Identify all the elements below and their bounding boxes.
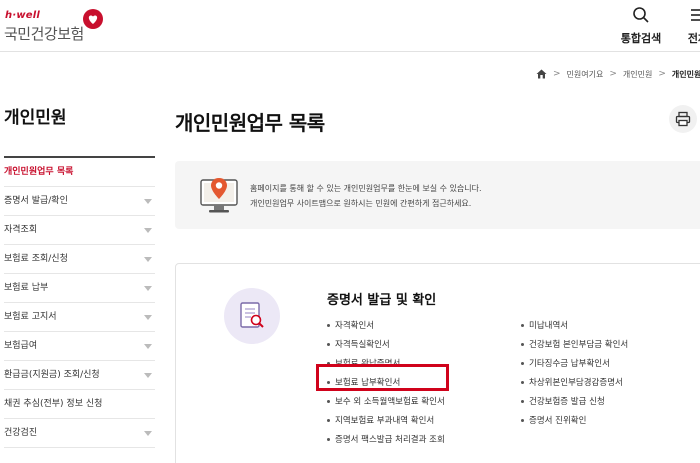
page: h·well 국민건강보험 통합검색 전체 [0,0,700,463]
breadcrumb-separator: > [553,69,561,79]
site-header: h·well 국민건강보험 통합검색 전체 [0,0,700,52]
bullet-icon [521,381,524,384]
chevron-down-icon [144,286,152,291]
sidebar-menu: 개인민원업무 목록 증명서 발급/확인 자격조회 보험료 조회/신청 보험료 납… [4,158,155,448]
list-item-label: 차상위본인부담경감증명서 [529,378,623,388]
info-notice: 홈페이지를 통해 할 수 있는 개인민원업무를 한눈에 보실 수 있습니다. 개… [175,161,700,229]
chevron-down-icon [144,344,152,349]
sidebar-item-premium-payment[interactable]: 보험료 납부 [4,274,155,303]
bullet-icon [327,324,330,327]
bullet-icon [521,362,524,365]
list-item-label: 미납내역서 [529,321,569,331]
sidebar-item-premium-inquiry[interactable]: 보험료 조회/신청 [4,245,155,274]
chevron-down-icon [144,199,152,204]
breadcrumb-item[interactable]: 민원여기요 [567,69,604,80]
sidebar-item-debt-collection[interactable]: 채권 추심(전부) 정보 신청 [4,390,155,419]
sidebar-item-benefits[interactable]: 보험급여 [4,332,155,361]
bullet-icon [521,343,524,346]
page-title: 개인민원업무 목록 [175,111,325,135]
list-item-label: 자격득실확인서 [335,340,390,350]
list-item-label: 증명서 진위확인 [529,416,587,426]
home-icon[interactable] [536,69,547,79]
list-item[interactable]: 증명서 진위확인 [521,412,628,431]
list-item[interactable]: 증명서 팩스발급 처리결과 조회 [327,431,445,450]
menu-label: 전체 [687,32,700,45]
list-item[interactable]: 차상위본인부담경감증명서 [521,374,628,393]
list-item-label: 보수 외 소득월액보험료 확인서 [335,397,445,407]
print-button[interactable] [669,105,697,133]
certificate-section-card: 증명서 발급 및 확인 자격확인서 자격득실확인서 보험료 완납증명서 보험료 … [175,263,700,463]
sidebar-item-label: 보험료 납부 [4,283,49,293]
bullet-icon [327,400,330,403]
chevron-down-icon [144,431,152,436]
sidebar-item-label: 증명서 발급/확인 [4,196,68,206]
logo[interactable]: h·well 국민건강보험 [4,6,108,46]
highlight-box [316,364,449,391]
list-item-label: 건강보험증 발급 신청 [529,397,605,407]
info-line: 개인민원업무 사이트맵으로 원하시는 민원에 간편하게 접근하세요. [250,199,472,208]
list-item[interactable]: 기타징수금 납부확인서 [521,355,628,374]
document-search-icon [240,302,264,328]
list-item[interactable]: 건강보험 본인부담금 확인서 [521,336,628,355]
sidebar-item-label: 개인민원업무 목록 [4,167,74,177]
list-item-label: 기타징수금 납부확인서 [529,359,610,369]
sidebar-item-list[interactable]: 개인민원업무 목록 [4,158,155,187]
sidebar-item-label: 보험료 고지서 [4,312,57,322]
sidebar-item-certificate[interactable]: 증명서 발급/확인 [4,187,155,216]
logo-tagline: h·well [5,10,40,21]
list-item-label: 건강보험 본인부담금 확인서 [529,340,629,350]
document-list-right: 미납내역서 건강보험 본인부담금 확인서 기타징수금 납부확인서 차상위본인부담… [521,317,628,431]
bullet-icon [327,438,330,441]
section-title: 증명서 발급 및 확인 [327,293,437,308]
search-button[interactable]: 통합검색 [615,4,667,46]
all-menu-button[interactable]: 전체 [672,4,700,46]
list-item[interactable]: 자격확인서 [327,317,445,336]
computer-location-icon [200,178,238,213]
chevron-down-icon [144,373,152,378]
chevron-down-icon [144,315,152,320]
bullet-icon [327,419,330,422]
search-label: 통합검색 [620,32,662,45]
chevron-down-icon [144,257,152,262]
sidebar-title: 개인민원 [4,108,67,128]
sidebar-item-label: 자격조회 [4,225,38,235]
sidebar-item-label: 보험급여 [4,341,38,351]
list-item[interactable]: 미납내역서 [521,317,628,336]
logo-text: 국민건강보험 [4,25,84,43]
list-item[interactable]: 보수 외 소득월액보험료 확인서 [327,393,445,412]
list-item-label: 증명서 팩스발급 처리결과 조회 [335,435,445,445]
breadcrumb-separator: > [658,69,666,79]
list-item[interactable]: 건강보험증 발급 신청 [521,393,628,412]
bullet-icon [521,419,524,422]
info-text: 홈페이지를 통해 할 수 있는 개인민원업무를 한눈에 보실 수 있습니다. 개… [250,181,482,211]
chevron-down-icon [144,228,152,233]
sidebar-item-premium-notice[interactable]: 보험료 고지서 [4,303,155,332]
breadcrumb-current: 개인민원 [671,69,700,79]
sidebar-item-label: 건강검진 [4,428,38,438]
list-item[interactable]: 지역보험료 부과내역 확인서 [327,412,445,431]
info-line: 홈페이지를 통해 할 수 있는 개인민원업무를 한눈에 보실 수 있습니다. [250,184,482,193]
breadcrumb-separator: > [609,69,617,79]
list-item-label: 자격확인서 [335,321,375,331]
bullet-icon [521,324,524,327]
certificate-icon-circle [224,288,280,344]
sidebar-item-label: 채권 추심(전부) 정보 신청 [4,399,103,409]
sidebar-item-label: 환급금(지원금) 조회/신청 [4,370,100,380]
sidebar-item-health-checkup[interactable]: 건강검진 [4,419,155,448]
print-icon [675,111,691,127]
menu-icon [691,9,700,21]
breadcrumb-item[interactable]: 개인민원 [623,69,652,80]
breadcrumb: > 민원여기요 > 개인민원 > 개인민원 [536,67,700,81]
sidebar-item-eligibility[interactable]: 자격조회 [4,216,155,245]
search-icon [633,7,649,23]
sidebar-item-refund[interactable]: 환급금(지원금) 조회/신청 [4,361,155,390]
bullet-icon [327,343,330,346]
list-item[interactable]: 자격득실확인서 [327,336,445,355]
list-item-label: 지역보험료 부과내역 확인서 [335,416,435,426]
sidebar-item-label: 보험료 조회/신청 [4,254,68,264]
logo-mark-icon [83,9,103,29]
bullet-icon [521,400,524,403]
